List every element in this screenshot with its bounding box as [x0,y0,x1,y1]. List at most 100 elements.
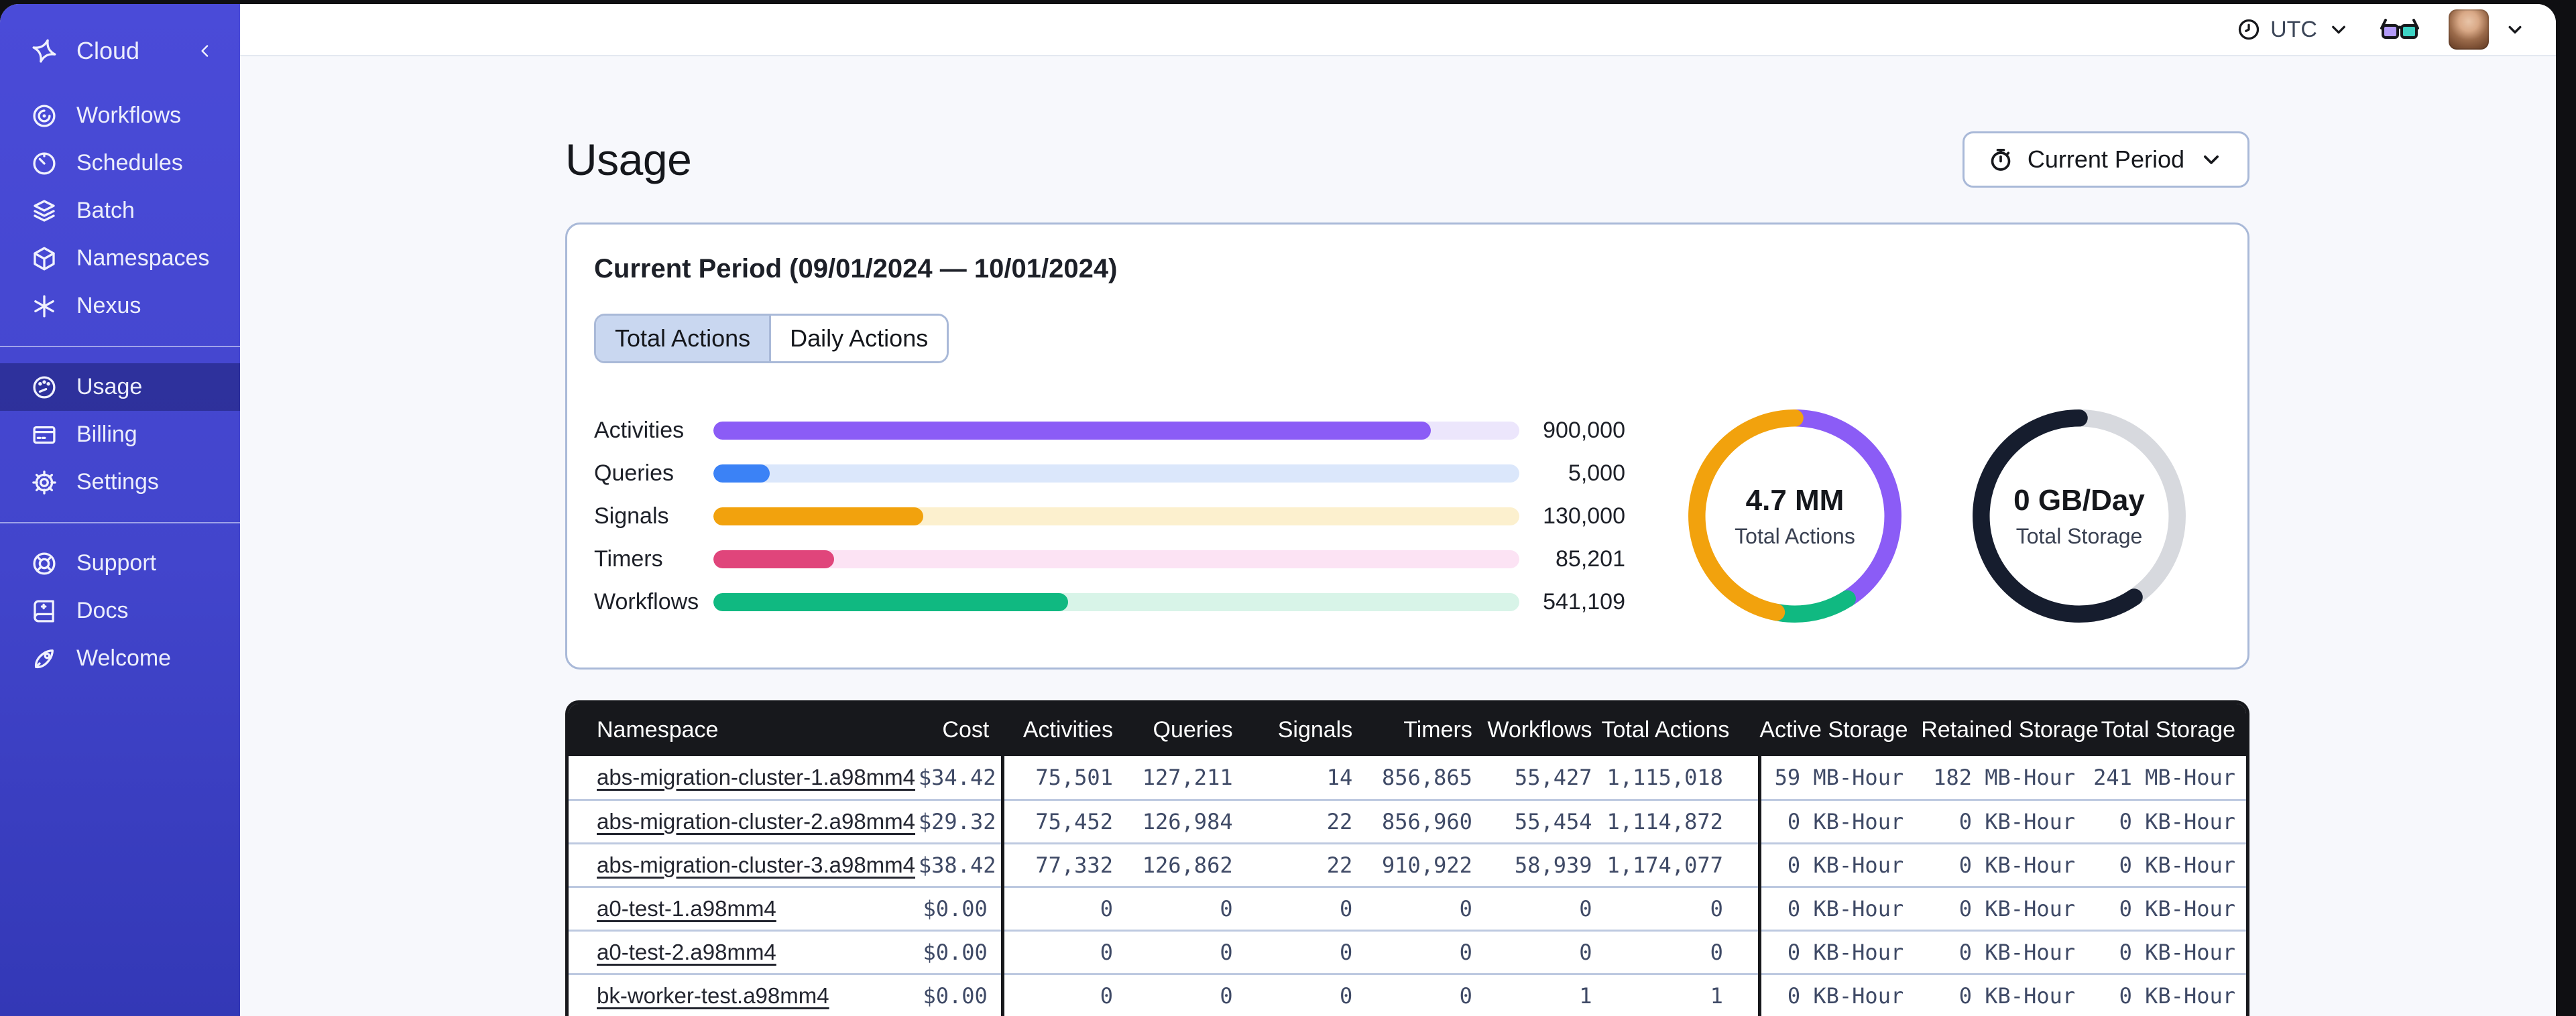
value-cell: 55,427 [1481,756,1602,800]
sidebar-item-batch[interactable]: Batch [0,187,240,235]
namespaces-icon [30,244,59,273]
namespace-link[interactable]: abs-migration-cluster-3.a98mm4 [597,852,915,877]
sidebar-collapse-icon[interactable] [190,36,220,66]
value-cell: 0 [1122,972,1242,1016]
bar-row-queries: Queries 5,000 [594,452,1625,495]
value-cell: 0 KB-Hour [1757,842,1922,887]
sidebar-item-workflows[interactable]: Workflows [0,92,240,139]
chevron-down-icon [2332,25,2345,34]
billing-card-icon [30,420,59,450]
sidebar-item-nexus[interactable]: Nexus [0,282,240,330]
value-cell: 0 [1242,885,1362,930]
workflows-icon [30,101,59,131]
value-cell: $0.00 [918,929,1003,974]
timezone-select[interactable]: UTC [2237,17,2351,43]
sidebar-item-settings[interactable]: Settings [0,458,240,506]
value-cell: 0 KB-Hour [1757,885,1922,930]
value-cell: 22 [1242,842,1362,887]
feedback-glasses-button[interactable] [2380,16,2419,43]
sidebar-item-usage[interactable]: Usage [0,363,240,411]
page-title: Usage [565,135,692,184]
bar-fill [713,464,770,483]
value-cell: 0 [1122,885,1242,930]
value-cell: 1 [1481,972,1602,1016]
namespace-link[interactable]: abs-migration-cluster-1.a98mm4 [597,765,915,789]
namespace-usage-table: Namespace Cost Activities Queries Signals Tim… [565,700,2249,1016]
value-cell: 58,939 [1481,842,1602,887]
value-cell: $38.42 [918,842,1003,887]
bar-value: 5,000 [1568,460,1625,486]
value-cell: 0 [1242,929,1362,974]
total-storage-value: 0 GB/Day [2013,483,2145,517]
value-cell: 126,862 [1122,842,1242,887]
total-actions-value: 4.7 MM [1745,483,1845,517]
sidebar-item-label: Nexus [76,293,141,318]
batch-icon [30,196,59,226]
value-cell: $34.42 [918,756,1003,800]
welcome-rocket-icon [30,644,59,674]
namespace-link[interactable]: abs-migration-cluster-2.a98mm4 [597,809,915,834]
table-header-row: Namespace Cost Activities Queries Signals Tim… [569,704,2246,756]
docs-book-icon [30,596,59,626]
value-cell: 75,452 [1000,798,1122,843]
total-storage-label: Total Storage [2015,523,2143,548]
sidebar-item-namespaces[interactable]: Namespaces [0,235,240,282]
sidebar-item-docs[interactable]: Docs [0,587,240,635]
tab-total-actions[interactable]: Total Actions [596,316,770,361]
bar-value: 541,109 [1543,588,1625,615]
bar-label: Workflows [594,588,699,615]
namespace-link[interactable]: a0-test-1.a98mm4 [597,896,776,921]
column-header-cost: Cost [918,704,1003,756]
schedules-icon [30,149,59,178]
nexus-icon [30,292,59,321]
column-header-namespace: Namespace [569,704,919,756]
sidebar-brand-label: Cloud [76,36,140,64]
namespace-cell: abs-migration-cluster-3.a98mm4 [569,842,919,887]
value-cell: 75,501 [1000,756,1122,800]
table-row: bk-worker-test.a98mm4 $0.00 0 0 0 0 1 1 0 KB-Hou… [569,972,2246,1016]
bar-fill [713,550,835,568]
account-menu[interactable] [2449,9,2526,50]
chevron-down-icon [2508,25,2522,34]
bar-fill [713,592,1068,611]
sidebar-item-support[interactable]: Support [0,539,240,587]
value-cell: 0 [1362,885,1482,930]
sidebar-item-label: Namespaces [76,245,210,271]
column-header-activities: Activities [1002,704,1122,756]
value-cell: 126,984 [1122,798,1242,843]
value-cell: 0 KB-Hour [2093,929,2246,974]
sidebar-item-welcome[interactable]: Welcome [0,635,240,682]
bar-track [713,592,1519,611]
bar-value: 85,201 [1556,546,1625,572]
support-lifebuoy-icon [30,549,59,578]
period-selector-button[interactable]: Current Period [1962,131,2249,188]
value-cell: 0 [1122,929,1242,974]
sidebar-item-billing[interactable]: Billing [0,411,240,458]
column-header-workflows: Workflows [1481,704,1602,756]
sidebar-brand-cloud[interactable]: Cloud [0,27,240,74]
value-cell: 0 KB-Hour [1921,972,2093,1016]
table-row: abs-migration-cluster-1.a98mm4 $34.42 75,5… [569,756,2246,800]
sidebar-divider [0,522,240,523]
avatar[interactable] [2449,9,2489,50]
value-cell: 856,960 [1362,798,1482,843]
value-cell: 0 KB-Hour [1921,885,2093,930]
namespace-cell: a0-test-2.a98mm4 [569,929,919,974]
sidebar-item-label: Welcome [76,645,172,671]
value-cell: 0 [1601,929,1760,974]
table-row: abs-migration-cluster-3.a98mm4 $38.42 77,3… [569,842,2246,887]
sidebar: Cloud Workflows Schedules Batch Namespac… [0,4,240,1016]
current-period-card: Current Period (09/01/2024 — 10/01/2024)… [565,223,2249,670]
value-cell: 0 KB-Hour [1757,972,1922,1016]
sidebar-item-label: Support [76,550,157,576]
value-cell: 0 KB-Hour [1921,798,2093,843]
namespace-link[interactable]: a0-test-2.a98mm4 [597,940,776,964]
bar-label: Timers [594,546,663,572]
value-cell: 0 KB-Hour [1921,842,2093,887]
sidebar-item-schedules[interactable]: Schedules [0,139,240,187]
tab-daily-actions[interactable]: Daily Actions [769,316,947,361]
namespace-link[interactable]: bk-worker-test.a98mm4 [597,983,829,1008]
value-cell: 0 [1362,929,1482,974]
bar-row-workflows: Workflows 541,109 [594,580,1625,623]
card-title: Current Period (09/01/2024 — 10/01/2024) [594,254,1118,283]
